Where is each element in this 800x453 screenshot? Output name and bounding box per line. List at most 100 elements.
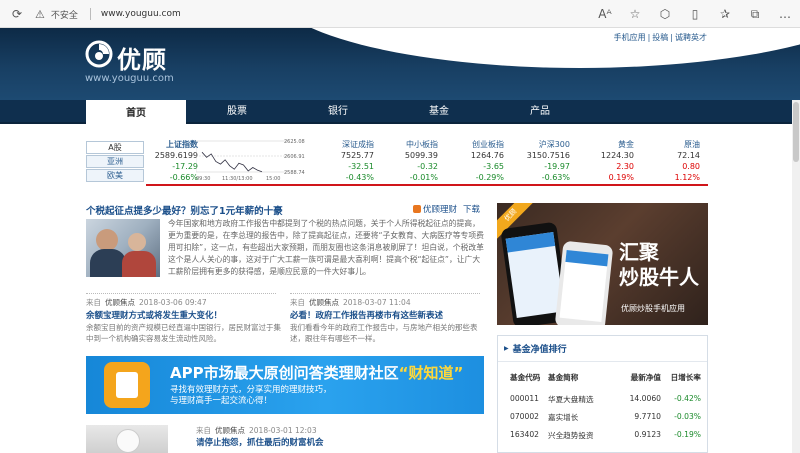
top-link-mobile-app[interactable]: 手机应用 <box>614 33 646 42</box>
banner-subtitle: 寻找有效理财方式，分享实用的理财技巧， 与理财高手一起交流心得！ <box>170 385 332 407</box>
headline-link[interactable]: 个税起征点提多少最好？别忘了1元年薪的十豪 <box>86 203 283 217</box>
divider <box>89 8 91 20</box>
fund-name[interactable]: 华夏大盘精选 <box>548 394 594 405</box>
index-name: 上证指数 <box>166 140 198 149</box>
index-name: 深证成指 <box>342 140 374 149</box>
index-value: 3150.7516 <box>526 151 570 160</box>
logo-swirl-icon <box>85 40 113 68</box>
scrollbar-thumb[interactable] <box>793 102 799 162</box>
fund-ranking-panel: ▶ 基金净值排行 基金代码 基金简称 最新净值 日增长率 000011 华夏大盘精… <box>497 335 708 453</box>
read-aloud-icon[interactable]: Aᴬ <box>596 5 614 23</box>
favorite-star-icon[interactable]: ☆ <box>626 5 644 23</box>
promo-banner[interactable]: APP市场最大原创问答类理财社区“财知道” 寻找有效理财方式，分享实用的理财技巧… <box>86 356 484 414</box>
nav-bank[interactable]: 银行 <box>288 100 388 124</box>
index-chinext[interactable]: 创业板指 1264.76 -3.65 -0.29% <box>452 139 504 183</box>
source-name[interactable]: 优顾焦点 <box>309 298 339 307</box>
fund-growth: -0.42% <box>674 394 701 403</box>
nav-funds[interactable]: 基金 <box>389 100 489 124</box>
index-name: 中小板指 <box>406 140 438 149</box>
sub-news-title[interactable]: 必看！政府工作报告再楼市有这些新表述 <box>290 309 443 321</box>
index-pct: -0.29% <box>475 173 504 182</box>
nav-home[interactable]: 首页 <box>86 100 186 124</box>
source-name[interactable]: 优顾焦点 <box>105 298 135 307</box>
main-nav: 首页 股票 银行 基金 产品 <box>0 100 800 124</box>
panel-header: ▶ 基金净值排行 <box>498 336 707 362</box>
index-name: 创业板指 <box>472 140 504 149</box>
separator: | <box>647 33 651 42</box>
nav-stocks[interactable]: 股票 <box>187 100 287 124</box>
url-text[interactable]: www.youguu.com <box>101 9 181 19</box>
index-pct: -0.43% <box>345 173 374 182</box>
address-bar[interactable]: ⚠ 不安全 www.youguu.com <box>35 4 595 24</box>
index-value: 72.14 <box>677 151 700 160</box>
browser-actions: Aᴬ ☆ ⬡ ▯ ✰ ⧉ … <box>596 5 794 23</box>
sub-news-text: 余额宝目前的资产规模已经直逼中国银行，居民财富过于集中到一个机构确实容易发生流动… <box>86 323 281 343</box>
fund-name[interactable]: 嘉实增长 <box>548 412 578 423</box>
table-row[interactable]: 070002 嘉实增长 9.7710 -0.03% <box>498 412 707 430</box>
warning-icon[interactable]: ⚠ <box>35 8 45 21</box>
fund-code: 000011 <box>510 394 539 403</box>
fund-growth: -0.03% <box>674 412 701 421</box>
split-screen-icon[interactable]: ▯ <box>686 5 704 23</box>
nav-products[interactable]: 产品 <box>490 100 590 124</box>
index-change: 0.80 <box>682 162 700 171</box>
download-link[interactable]: 下载 <box>463 205 480 215</box>
news-date: 2018-03-07 11:04 <box>343 298 411 307</box>
security-label[interactable]: 不安全 <box>51 8 78 21</box>
logo-url: www.youguu.com <box>85 73 174 84</box>
source-name[interactable]: 优顾焦点 <box>215 426 245 435</box>
more-icon[interactable]: … <box>776 5 794 23</box>
phone-image <box>554 240 614 325</box>
index-change: -0.32 <box>417 162 438 171</box>
table-row[interactable]: 000011 华夏大盘精选 14.0060 -0.42% <box>498 394 707 412</box>
banner-title-main: APP市场最大原创问答类理财社区 <box>170 364 399 382</box>
tab-a-shares[interactable]: A股 <box>86 141 144 154</box>
favorites-icon[interactable]: ✰ <box>716 5 734 23</box>
index-name: 黄金 <box>618 140 634 149</box>
top-links: 手机应用 | 投稿 | 诚聘英才 <box>613 32 708 43</box>
index-sme[interactable]: 中小板指 5099.39 -0.32 -0.01% <box>386 139 438 183</box>
x-label-noon: 11:30/13:00 <box>222 176 253 182</box>
app-download-link[interactable]: 优顾理财 下载 <box>413 203 480 215</box>
index-value: 5099.39 <box>404 151 438 160</box>
page-scrollbar[interactable] <box>792 100 800 453</box>
index-change: 2.30 <box>616 162 634 171</box>
source-label: 来自 <box>290 298 305 307</box>
sub-news-title[interactable]: 余额宝理财方式或将发生重大变化！ <box>86 309 222 321</box>
index-shenzhen[interactable]: 深证成指 7525.77 -32.51 -0.43% <box>318 139 374 183</box>
banner-title-highlight: “财知道” <box>398 364 464 382</box>
sparkline-series <box>201 151 263 173</box>
index-value: 7525.77 <box>340 151 374 160</box>
table-row[interactable]: 163402 兴全趋势投资 0.9123 -0.19% <box>498 430 707 448</box>
header-curve <box>270 28 800 68</box>
reload-icon[interactable]: ⟳ <box>8 5 26 23</box>
collections-icon[interactable]: ⧉ <box>746 5 764 23</box>
source-label: 来自 <box>86 298 101 307</box>
site-header: 手机应用 | 投稿 | 诚聘英才 优顾 www.youguu.com <box>0 28 800 100</box>
banner-title: APP市场最大原创问答类理财社区“财知道” <box>170 362 463 383</box>
fund-name[interactable]: 兴全趋势投资 <box>548 430 594 441</box>
bottom-news-title[interactable]: 请停止抱怨，抓住最后的财富机会 <box>196 436 324 448</box>
index-change: -19.97 <box>544 162 570 171</box>
index-pct: -0.01% <box>409 173 438 182</box>
tab-asia[interactable]: 亚洲 <box>86 155 144 168</box>
news-date: 2018-03-01 12:03 <box>249 426 317 435</box>
extensions-icon[interactable]: ⬡ <box>656 5 674 23</box>
top-link-contribute[interactable]: 投稿 <box>652 33 668 42</box>
index-gold[interactable]: 黄金 1224.30 2.30 0.19% <box>590 139 634 183</box>
fund-code: 163402 <box>510 430 539 439</box>
app-name[interactable]: 优顾理财 <box>423 205 457 215</box>
banner-sub-line: 寻找有效理财方式，分享实用的理财技巧， <box>170 385 332 395</box>
index-change: -17.29 <box>172 162 198 171</box>
news-thumbnail[interactable] <box>86 425 168 453</box>
col-name: 基金简称 <box>548 373 579 382</box>
index-crude-oil[interactable]: 原油 72.14 0.80 1.12% <box>660 139 700 183</box>
index-csi300[interactable]: 沪深300 3150.7516 -19.97 -0.63% <box>520 139 570 183</box>
index-pct: -0.66% <box>169 173 198 182</box>
y-mid-label: 2606.91 <box>284 154 305 160</box>
top-link-careers[interactable]: 诚聘英才 <box>675 33 707 42</box>
tab-europe-america[interactable]: 欧美 <box>86 169 144 182</box>
main-index[interactable]: 上证指数 2589.6199 -17.29 -0.66% <box>148 139 198 183</box>
app-promo-ad[interactable]: 优顾 汇聚 炒股牛人 优顾炒股手机应用 <box>497 203 708 325</box>
news-image[interactable] <box>86 219 160 277</box>
